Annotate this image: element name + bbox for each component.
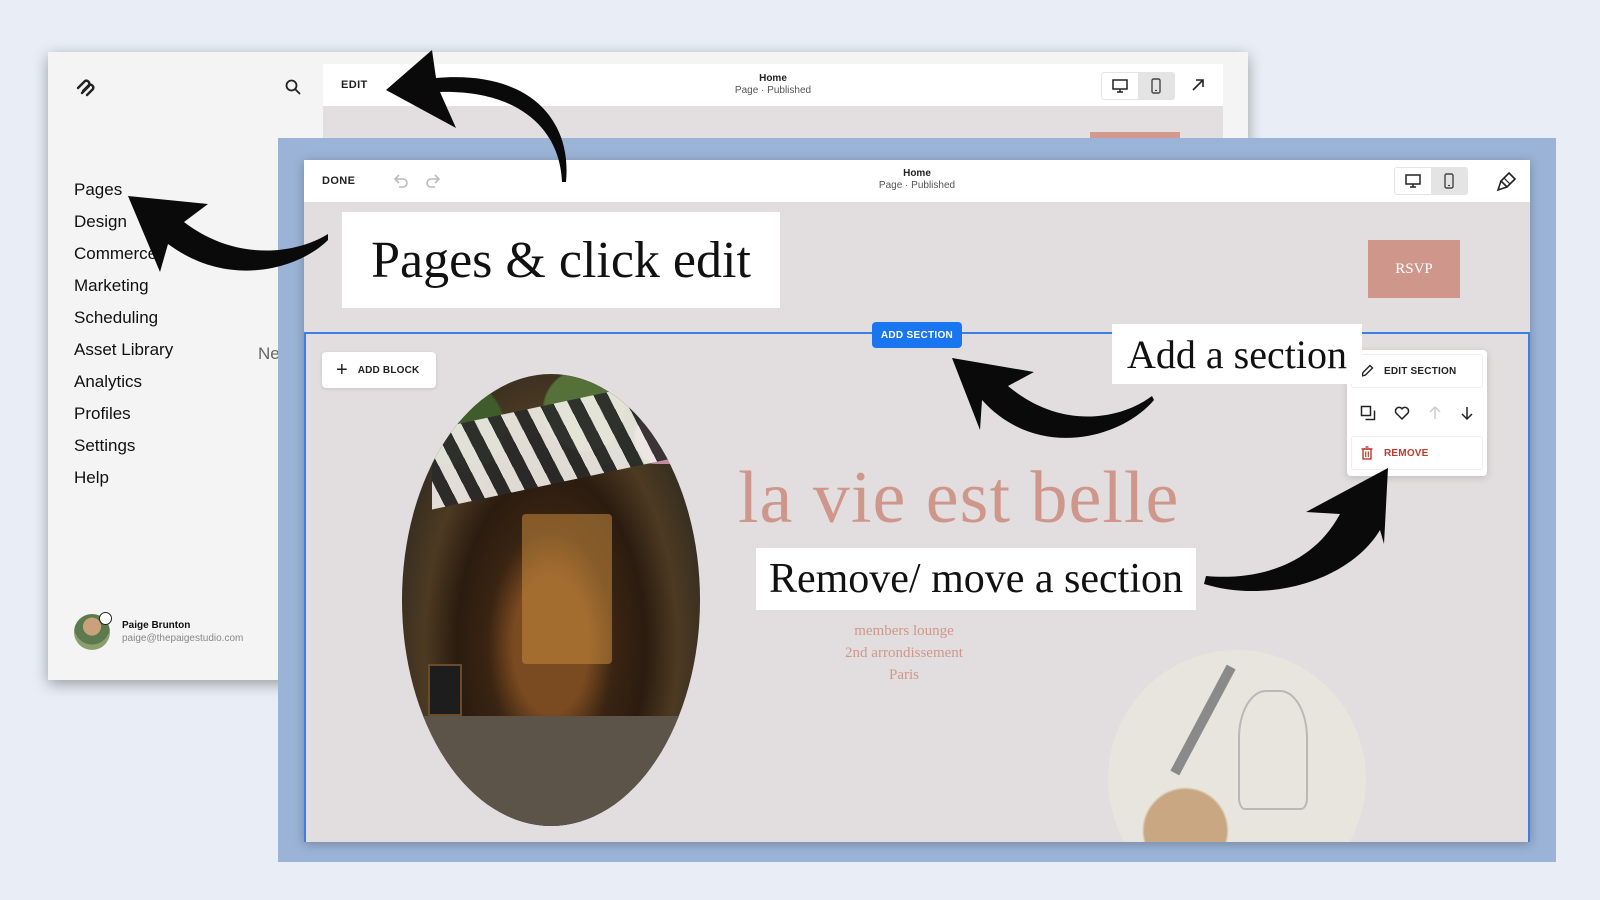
sidebar-item-scheduling[interactable]: Scheduling xyxy=(74,308,173,340)
mobile-view-button[interactable] xyxy=(1431,168,1467,194)
tagline-line-1: members lounge xyxy=(854,623,954,639)
add-section-button[interactable]: ADD SECTION xyxy=(872,322,962,348)
mobile-icon xyxy=(1151,78,1161,94)
callout-remove-move: Remove/ move a section xyxy=(756,548,1196,610)
heart-icon[interactable] xyxy=(1394,405,1410,421)
duplicate-icon[interactable] xyxy=(1360,405,1376,421)
device-toggle xyxy=(1101,72,1175,100)
tagline-line-3: Paris xyxy=(889,667,919,683)
sidebar-item-pages[interactable]: Pages xyxy=(74,180,173,212)
avatar xyxy=(74,612,112,650)
sidebar-item-settings[interactable]: Settings xyxy=(74,436,173,468)
sidebar-item-marketing[interactable]: Marketing xyxy=(74,276,173,308)
remove-section-button[interactable]: REMOVE xyxy=(1351,436,1483,470)
page-title: Home xyxy=(903,168,931,179)
desktop-view-button[interactable] xyxy=(1102,73,1138,99)
callout-add-section: Add a section xyxy=(1112,324,1362,384)
tagline[interactable]: members lounge 2nd arrondissement Paris xyxy=(304,620,1504,686)
edit-section-label: EDIT SECTION xyxy=(1384,365,1457,377)
move-up-icon[interactable] xyxy=(1428,405,1442,421)
hero-title[interactable]: la vie est belle xyxy=(738,456,1179,541)
sidebar-item-analytics[interactable]: Analytics xyxy=(74,372,173,404)
new-badge: Ne xyxy=(258,344,280,363)
rsvp-button[interactable]: RSVP xyxy=(1368,240,1460,298)
open-external-icon[interactable] xyxy=(1191,78,1205,92)
desktop-icon xyxy=(1405,174,1421,188)
sidebar-nav: Pages Design Commerce Marketing Scheduli… xyxy=(74,180,173,500)
section-actions xyxy=(1351,396,1483,430)
squarespace-logo-icon[interactable] xyxy=(74,76,98,100)
trash-icon xyxy=(1361,446,1373,460)
desktop-view-button[interactable] xyxy=(1395,168,1431,194)
sidebar-item-asset-library[interactable]: Asset Library xyxy=(74,340,173,372)
sidebar-item-profiles[interactable]: Profiles xyxy=(74,404,173,436)
plus-icon: + xyxy=(336,359,348,381)
search-icon[interactable] xyxy=(284,78,302,96)
tagline-line-2: 2nd arrondissement xyxy=(845,645,963,661)
page-status: Page · Published xyxy=(878,180,956,191)
front-toolbar: DONE Home Page · Published xyxy=(304,160,1530,202)
page-status: Page · Published xyxy=(734,85,812,96)
device-toggle xyxy=(1394,167,1468,195)
move-down-icon[interactable] xyxy=(1460,405,1474,421)
remove-label: REMOVE xyxy=(1384,447,1429,459)
back-toolbar: EDIT Home Page · Published xyxy=(323,64,1223,106)
section-menu: EDIT SECTION REMOVE xyxy=(1347,350,1487,476)
user-email: paige@thepaigestudio.com xyxy=(122,633,244,644)
sidebar-item-commerce[interactable]: Commerce xyxy=(74,244,173,276)
paintbrush-icon[interactable] xyxy=(1496,170,1518,192)
edit-section-button[interactable]: EDIT SECTION xyxy=(1351,354,1483,388)
pencil-icon xyxy=(1360,364,1374,378)
user-name: Paige Brunton xyxy=(122,620,191,631)
desktop-icon xyxy=(1112,79,1128,93)
sidebar-item-design[interactable]: Design xyxy=(74,212,173,244)
page-title: Home xyxy=(759,73,787,84)
mobile-view-button[interactable] xyxy=(1138,73,1174,99)
mobile-icon xyxy=(1444,173,1454,189)
user-profile[interactable]: Paige Brunton paige@thepaigestudio.com xyxy=(74,612,244,650)
callout-pages-edit: Pages & click edit xyxy=(342,212,780,308)
sidebar-item-help[interactable]: Help xyxy=(74,468,173,500)
cafe-photo[interactable] xyxy=(402,374,700,826)
